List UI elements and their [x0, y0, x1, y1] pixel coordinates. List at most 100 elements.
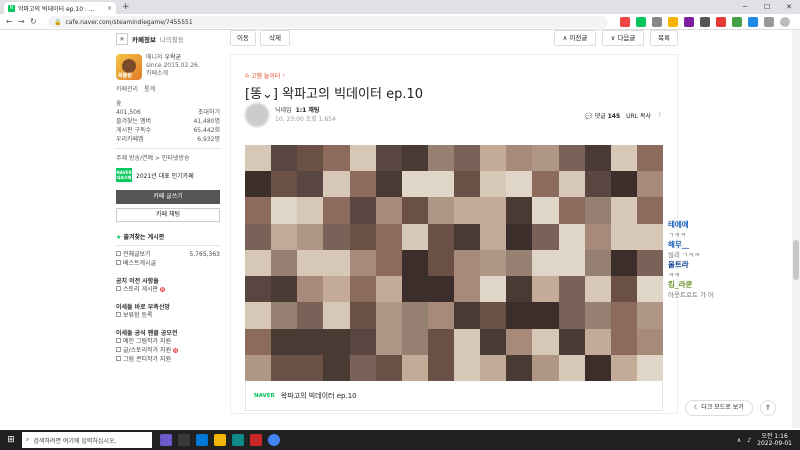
back-button[interactable]: ←	[6, 17, 13, 26]
task-view-icon[interactable]	[178, 434, 190, 446]
chrome-icon[interactable]	[268, 434, 280, 446]
menu-dots-icon[interactable]: ⋮	[796, 17, 800, 27]
more-icon[interactable]: ⋮	[657, 111, 663, 120]
extension-icon[interactable]	[620, 17, 630, 27]
post-actions: 💬 댓글 145 URL 복사 ⋮	[585, 111, 663, 120]
prev-post-button[interactable]: ∧ 이전글	[554, 30, 596, 46]
author-name[interactable]: 닉네임	[275, 107, 292, 114]
sidebar-tabs: ★ 카페정보 나의활동	[116, 30, 220, 48]
windows-taskbar: ⊞ ⌕ 검색하려면 여기에 입력하십시오. ∧ ♪ 오전 1:16 2022-0…	[0, 430, 800, 450]
tab-cafe-info[interactable]: 카페정보	[132, 34, 156, 44]
since-date: since 2015.02.26.	[146, 62, 200, 69]
menu-hold-register[interactable]: 보류함 등록	[116, 311, 220, 320]
menu-item[interactable]: 예인 그림작가 지원	[116, 337, 220, 346]
close-window-button[interactable]: ✕	[778, 0, 800, 14]
stat-label: 게시판 구독수	[116, 127, 152, 134]
menu-section-header: 공지 이전 사항들	[116, 278, 159, 285]
browser-tab[interactable]: N 악파고의 빅데이터 ep.10 : ... ×	[4, 2, 116, 14]
scroll-top-button[interactable]: ↑	[760, 400, 776, 416]
forward-button[interactable]: →	[18, 17, 25, 26]
url-copy-button[interactable]: URL 복사	[626, 111, 651, 120]
extension-icon[interactable]	[684, 17, 694, 27]
post-date-views: 10. 23:00 조회 1,654	[275, 116, 336, 123]
chat-overlay: 테에에 ㄱㅋㅋ 해무__ 빌리 ㄱㅋㅋ 울트라 ㅋㅋ 킹_라쿤 아웃트로트 가 …	[668, 220, 732, 300]
cafe-intro-link[interactable]: 카페소개	[146, 70, 200, 78]
manager-label: 매니저	[146, 54, 163, 61]
level-label: 숲	[116, 100, 122, 107]
app-icon[interactable]	[250, 434, 262, 446]
post-title: [똥⌄] 왁파고의 빅데이터 ep.10	[245, 87, 423, 102]
menu-item[interactable]: 글/스토리작가 지원 N	[116, 346, 220, 355]
all-posts-count: 5,765,363	[189, 251, 220, 258]
extension-icon[interactable]	[636, 17, 646, 27]
author-avatar[interactable]	[245, 103, 269, 127]
volume-icon[interactable]: ♪	[747, 437, 751, 444]
edge-icon[interactable]	[196, 434, 208, 446]
page-scrollbar[interactable]	[792, 30, 800, 428]
cafe-manage-link[interactable]: 카페관리	[116, 84, 138, 93]
minimize-button[interactable]: ─	[734, 0, 756, 14]
url-text[interactable]: cafe.naver.com/steamindiegame/7455551	[65, 19, 192, 26]
manager-name[interactable]: 우왁굳	[164, 54, 181, 61]
profile-icon[interactable]	[780, 17, 790, 27]
extension-icon[interactable]	[652, 17, 662, 27]
video-caption[interactable]: NAVER 왁파고의 빅데이터 ep.10	[245, 381, 663, 411]
board-link[interactable]: ⌂ 고멤 놀이터 ›	[245, 71, 285, 80]
naver-badge-icon: NAVER 대표카페	[116, 168, 132, 182]
star-icon[interactable]: ★	[116, 33, 128, 45]
extension-icon[interactable]	[700, 17, 710, 27]
app-icon[interactable]	[160, 434, 172, 446]
taskbar-search[interactable]: ⌕ 검색하려면 여기에 입력하십시오.	[22, 432, 152, 448]
app-icon[interactable]	[232, 434, 244, 446]
cafe-chat-button[interactable]: 카페 채팅	[116, 208, 220, 222]
chat-link[interactable]: 1:1 채팅	[296, 107, 320, 114]
delete-button[interactable]: 삭제	[260, 30, 290, 46]
menu-all-posts[interactable]: 전체글보기 5,765,363	[116, 250, 220, 259]
maximize-button[interactable]: ☐	[756, 0, 778, 14]
member-count: 401,506	[116, 109, 141, 116]
chat-message: ㄱㅋㅋ	[668, 231, 686, 239]
search-icon: ⌕	[26, 436, 30, 443]
video-thumbnail[interactable]	[245, 145, 663, 381]
folder-icon[interactable]	[214, 434, 226, 446]
comment-link[interactable]: 💬 댓글 145	[585, 111, 620, 120]
cafe-avatar: 왁물원	[116, 54, 142, 80]
menu-section-header: 이세돌 바로 부족신앙	[116, 304, 170, 311]
list-button[interactable]: 목록	[650, 30, 678, 46]
menu-best-posts[interactable]: 베스트게시글	[116, 259, 220, 268]
dark-mode-button[interactable]: ☾ 다크 모드로 보기	[685, 400, 753, 416]
cafe-profile: 왁물원 매니저 우왁굳 since 2015.02.26. 카페소개	[116, 54, 220, 80]
stats-link[interactable]: 통계	[144, 84, 155, 93]
chat-username: 울트라	[668, 260, 689, 269]
tab-my-activity[interactable]: 나의활동	[160, 34, 184, 44]
article-panel: ⌂ 고멤 놀이터 › [똥⌄] 왁파고의 빅데이터 ep.10 닉네임 1:1 채…	[230, 54, 678, 414]
reload-button[interactable]: ↻	[30, 17, 37, 26]
invite-link[interactable]: 초대하기	[198, 108, 220, 117]
extension-icon[interactable]	[716, 17, 726, 27]
lock-icon: 🔒	[54, 18, 62, 26]
omnibox[interactable]: 🔒 cafe.naver.com/steamindiegame/7455551	[48, 16, 608, 28]
clock[interactable]: 오전 1:16 2022-09-01	[757, 433, 792, 447]
window-controls: ─ ☐ ✕	[734, 0, 800, 14]
system-tray: ∧ ♪ 오전 1:16 2022-09-01	[737, 430, 792, 450]
windows-start-icon[interactable]: ⊞	[0, 435, 22, 445]
next-post-button[interactable]: ∨ 다음글	[602, 30, 644, 46]
write-post-button[interactable]: 카페 글쓰기	[116, 190, 220, 204]
move-button[interactable]: 이동	[230, 30, 256, 46]
extension-icon[interactable]	[748, 17, 758, 27]
scrollbar-thumb[interactable]	[793, 240, 799, 280]
extension-icons: ⋮	[620, 17, 800, 27]
puzzle-icon[interactable]	[764, 17, 774, 27]
extension-icon[interactable]	[668, 17, 678, 27]
menu-item[interactable]: 그림 콘티작가 지원	[116, 355, 220, 364]
tab-close-icon[interactable]: ×	[107, 5, 112, 12]
cafe-sidebar: ★ 카페정보 나의활동 왁물원 매니저 우왁굳 since 2015.02.26…	[116, 30, 220, 428]
favorite-boards-header: ★ 즐겨찾는 게시판	[116, 234, 165, 241]
menu-story-board[interactable]: 스토리 게시판 N	[116, 285, 220, 294]
chevron-up-icon[interactable]: ∧	[737, 437, 741, 444]
cafe-theme: 주제 방송/연예 > 인터넷방송	[116, 155, 190, 162]
taskbar-apps	[160, 434, 280, 446]
divider	[116, 245, 220, 246]
extension-icon[interactable]	[732, 17, 742, 27]
new-tab-button[interactable]: +	[122, 2, 130, 12]
